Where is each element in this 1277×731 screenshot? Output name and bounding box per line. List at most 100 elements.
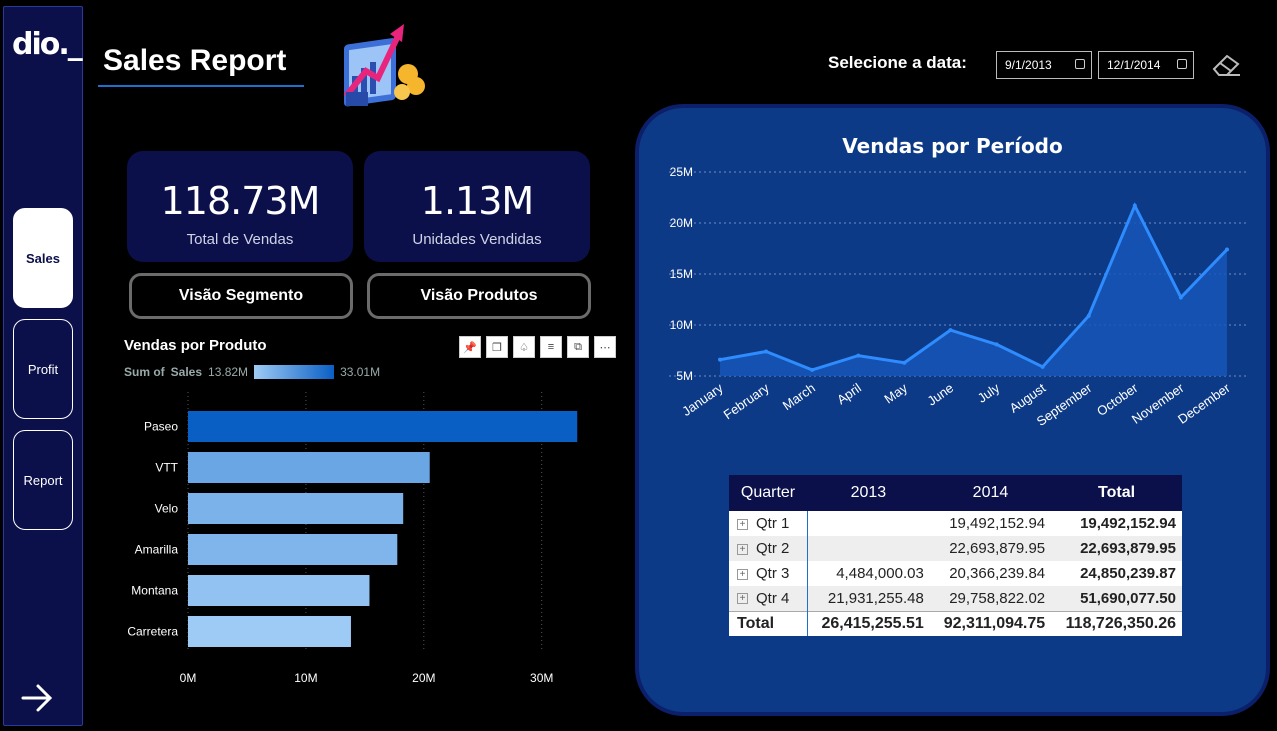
x-tick-label: 30M (530, 671, 553, 685)
calendar-icon[interactable] (1075, 59, 1085, 69)
category-label: Carretera (127, 625, 178, 639)
kpi-total-sales: 118.73M Total de Vendas (127, 151, 353, 262)
quarter-cell[interactable]: + Qtr 1 (729, 511, 808, 536)
legend-max: 33.01M (340, 365, 381, 379)
data-point[interactable] (764, 349, 769, 354)
column-header[interactable]: Quarter (729, 475, 807, 511)
quarter-cell[interactable]: + Qtr 3 (729, 561, 808, 586)
table-row: + Qtr 2 22,693,879.95 22,693,879.95 (729, 536, 1182, 561)
cell-total: 19,492,152.94 (1051, 511, 1182, 536)
expand-icon[interactable]: + (737, 518, 748, 530)
quarter-label: Qtr 4 (756, 589, 790, 607)
y-tick-label: 10M (670, 318, 693, 332)
color-legend: Sum of Sales 13.82M 33.01M (124, 365, 380, 379)
pin-icon[interactable]: 📌 (459, 336, 481, 358)
bar[interactable] (188, 534, 398, 565)
start-date-input[interactable]: 9/1/2013 (996, 51, 1092, 79)
end-date-input[interactable]: 12/1/2014 (1098, 51, 1194, 79)
data-point[interactable] (1225, 247, 1229, 252)
x-tick-label: February (721, 380, 773, 422)
data-point[interactable] (718, 357, 722, 362)
data-point[interactable] (902, 360, 907, 365)
eraser-icon[interactable] (1210, 52, 1242, 78)
bar[interactable] (188, 493, 404, 524)
growth-chart-illustration (343, 24, 425, 107)
x-tick-label: May (881, 380, 910, 407)
category-label: Velo (155, 502, 179, 516)
y-tick-label: 20M (670, 216, 693, 230)
bar[interactable] (188, 575, 370, 606)
bar[interactable] (188, 616, 351, 647)
data-point[interactable] (1132, 203, 1137, 208)
sidebar: dio._ Sales Profit Report (3, 6, 83, 726)
category-label: Montana (131, 584, 178, 598)
cell-2014: 29,758,822.02 (929, 586, 1052, 611)
copy-icon[interactable]: ❐ (486, 336, 508, 358)
bar[interactable] (188, 411, 578, 442)
data-point[interactable] (948, 328, 953, 333)
x-tick-label: December (1175, 380, 1233, 427)
kpi-label: Unidades Vendidas (412, 231, 542, 248)
arrow-right-icon[interactable] (20, 681, 54, 715)
bell-icon[interactable]: ♤ (513, 336, 535, 358)
more-icon[interactable]: ⋯ (594, 336, 616, 358)
data-point[interactable] (994, 342, 999, 347)
expand-icon[interactable]: + (737, 543, 748, 555)
data-point[interactable] (1086, 313, 1091, 318)
cell-total: 51,690,077.50 (1051, 586, 1182, 611)
nav-profit-button[interactable]: Profit (13, 319, 73, 419)
start-date-value: 9/1/2013 (1005, 58, 1052, 72)
cell-total: 118,726,350.26 (1051, 610, 1182, 636)
data-point[interactable] (1178, 295, 1183, 300)
end-date-value: 12/1/2014 (1107, 58, 1161, 72)
bar-chart: 0M 10M 20M 30M Paseo VTT Velo Amarilla Montana Ca… (127, 392, 578, 685)
x-tick-label: 20M (412, 671, 435, 685)
quarter-label: Qtr 1 (756, 515, 790, 532)
table-row: + Qtr 3 4,484,000.03 20,366,239.84 24,850… (729, 561, 1182, 586)
x-tick-label: July (975, 380, 1003, 406)
column-header[interactable]: 2013 (807, 475, 930, 511)
quarter-matrix: Quarter 2013 2014 Total + Qtr 1 19,492,15… (729, 475, 1182, 636)
category-label: Paseo (144, 420, 178, 434)
category-label: VTT (155, 461, 178, 475)
visual-toolbar: 📌 ❐ ♤ ≡ ⧉ ⋯ (459, 336, 616, 358)
y-tick-label: 15M (670, 267, 693, 281)
cell-2014: 19,492,152.94 (929, 511, 1052, 536)
kpi-units-sold: 1.13M Unidades Vendidas (364, 151, 590, 262)
legend-prefix: Sum of (124, 365, 165, 379)
legend-field: Sales (170, 365, 203, 379)
quarter-label: Qtr 2 (756, 540, 790, 557)
filter-icon[interactable]: ≡ (540, 336, 562, 358)
column-header[interactable]: Total (1051, 475, 1182, 511)
bar[interactable] (188, 452, 430, 483)
table-row: + Qtr 4 21,931,255.48 29,758,822.02 51,69… (729, 586, 1182, 611)
y-tick-label: 5M (676, 369, 693, 383)
cell-2014: 20,366,239.84 (929, 561, 1052, 586)
x-tick-label: June (924, 380, 956, 408)
nav-sales-button[interactable]: Sales (13, 208, 73, 308)
expand-icon[interactable]: + (737, 593, 748, 605)
cell-2013 (807, 536, 930, 561)
area-fill (720, 205, 1227, 376)
calendar-icon[interactable] (1177, 59, 1187, 69)
table-row: + Qtr 1 19,492,152.94 19,492,152.94 (729, 511, 1182, 536)
kpi-label: Total de Vendas (186, 231, 294, 248)
products-view-button[interactable]: Visão Produtos (367, 273, 591, 319)
kpi-value: 118.73M (160, 179, 321, 223)
expand-icon[interactable]: + (737, 568, 748, 580)
quarter-cell[interactable]: + Qtr 2 (729, 536, 808, 561)
data-point[interactable] (810, 367, 815, 372)
cell-2013: 4,484,000.03 (807, 561, 930, 586)
column-header[interactable]: 2014 (929, 475, 1052, 511)
x-tick-label: 0M (180, 671, 197, 685)
sales-period-panel: Vendas por Período 5M 10M 15M 20M 25M January… (635, 104, 1270, 716)
cell-2013: 26,415,255.51 (807, 610, 930, 636)
y-tick-label: 25M (670, 165, 693, 179)
x-tick-label: 10M (294, 671, 317, 685)
quarter-cell[interactable]: + Qtr 4 (729, 586, 808, 611)
data-point[interactable] (856, 353, 861, 358)
focus-icon[interactable]: ⧉ (567, 336, 589, 358)
data-point[interactable] (1040, 364, 1045, 369)
segment-view-button[interactable]: Visão Segmento (129, 273, 353, 319)
nav-report-button[interactable]: Report (13, 430, 73, 530)
